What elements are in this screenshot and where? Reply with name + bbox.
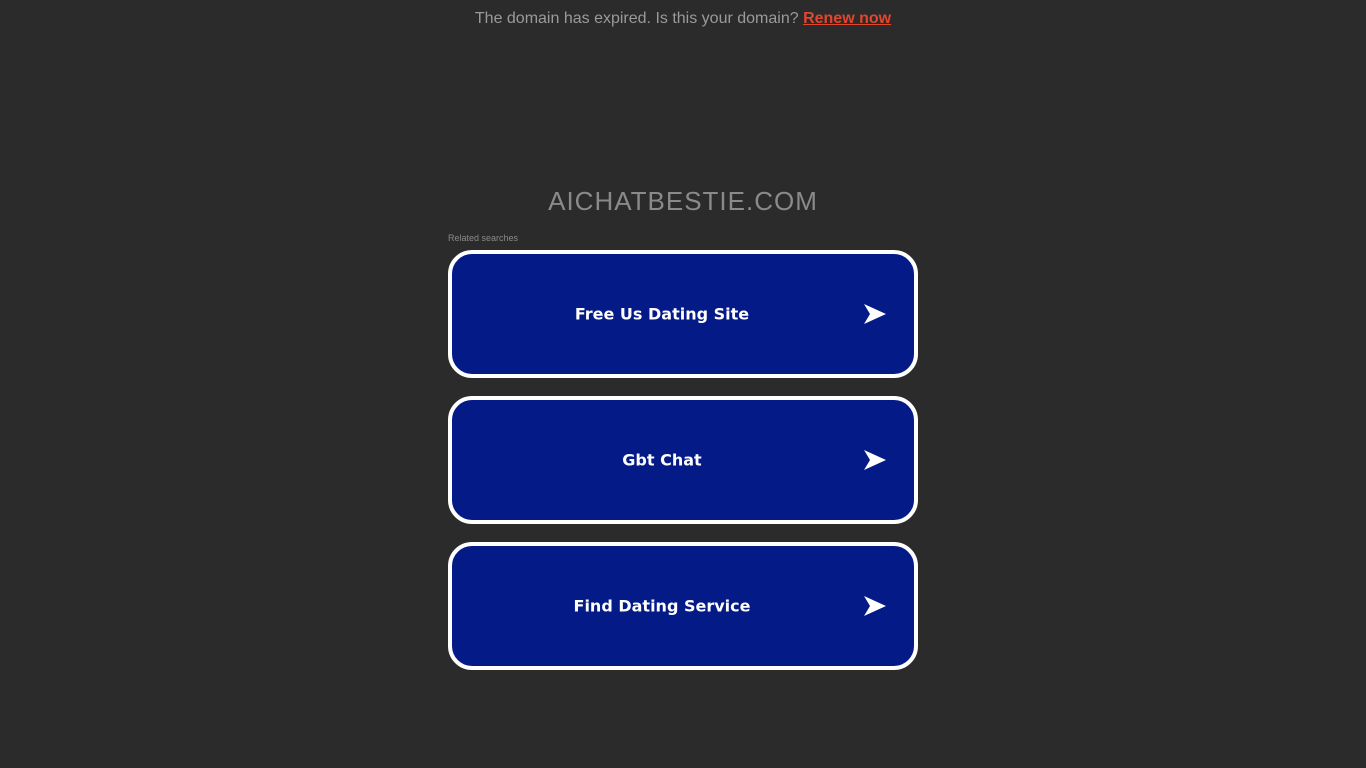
related-searches-label: Related searches [448,233,519,243]
related-search-button[interactable]: Find Dating Service [448,542,918,670]
expired-banner: The domain has expired. Is this your dom… [0,9,1366,29]
arrow-right-icon [864,450,886,470]
related-searches-list: Free Us Dating Site Gbt Chat Find Dating… [448,250,918,688]
related-search-label: Gbt Chat [622,450,702,470]
related-search-button[interactable]: Free Us Dating Site [448,250,918,378]
domain-name-title: AICHATBESTIE.COM [548,186,818,216]
related-search-label: Find Dating Service [573,596,751,616]
arrow-right-icon [864,304,886,324]
related-search-label: Free Us Dating Site [574,304,750,324]
arrow-right-icon [864,596,886,616]
related-search-button[interactable]: Gbt Chat [448,396,918,524]
expired-banner-text: The domain has expired. Is this your dom… [474,10,799,27]
renew-now-link[interactable]: Renew now [803,10,891,27]
